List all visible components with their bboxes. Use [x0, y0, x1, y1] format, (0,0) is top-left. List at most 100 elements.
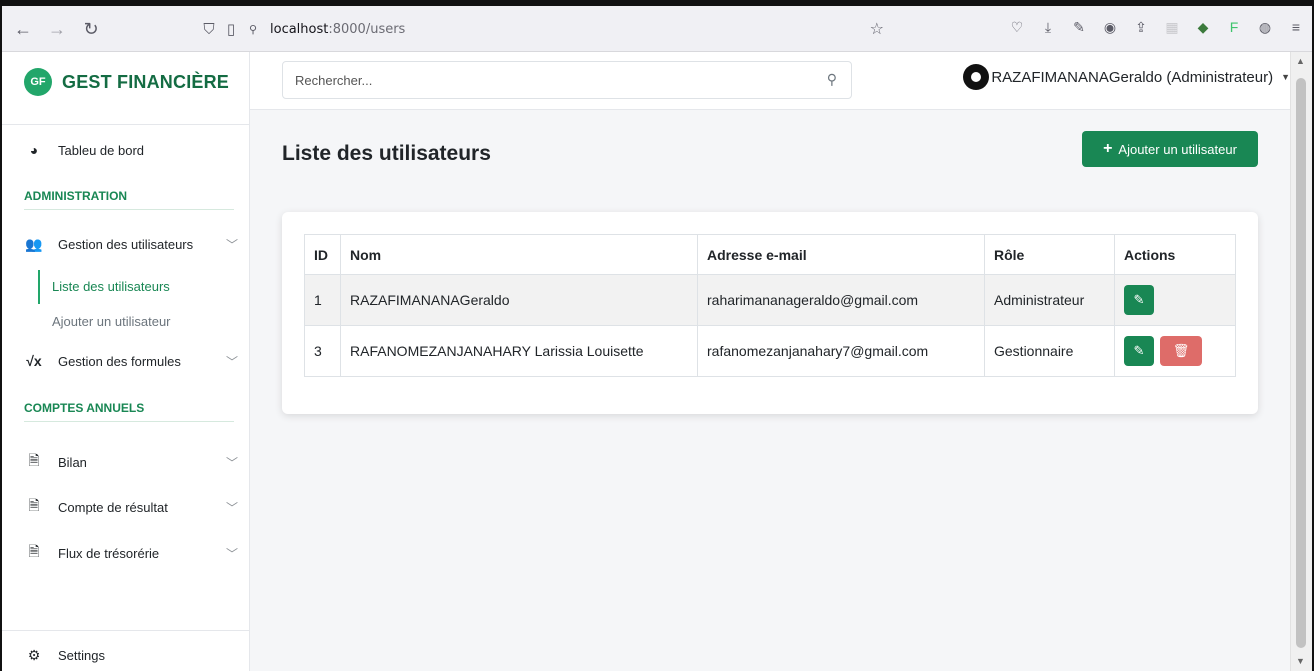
cell-id: 3 — [304, 325, 341, 377]
delete-button[interactable]: 🗑 — [1160, 336, 1202, 366]
users-icon: 👥 — [25, 236, 43, 252]
address-bar[interactable]: ⛉ ▯ ⚲ localhost:8000/users ☆ — [198, 14, 884, 44]
sidebar-item-users-list[interactable]: Liste des utilisateurs — [52, 270, 170, 304]
cell-email: raharimananageraldo@gmail.com — [697, 274, 985, 326]
column-header-name: Nom — [340, 234, 698, 275]
user-avatar-icon — [963, 64, 990, 90]
search-icon[interactable]: ⚲ — [827, 71, 837, 88]
extension-leaf-icon[interactable]: ◆ — [1195, 18, 1211, 36]
add-user-button-label: Ajouter un utilisateur — [1118, 141, 1237, 157]
search-box: ⚲ — [282, 61, 852, 99]
dashboard-gauge-icon: ◕ — [29, 142, 39, 158]
brand[interactable]: GF GEST FINANCIÈRE — [24, 68, 229, 96]
invoice-dollar-icon: 🗎 — [28, 543, 40, 559]
brand-name: GEST FINANCIÈRE — [62, 71, 230, 92]
users-card: ID Nom Adresse e-mail Rôle Actions 1 RAZ… — [282, 212, 1258, 414]
sidebar-item-dashboard[interactable]: ◕ Tableu de bord — [24, 142, 144, 158]
table-row: 1 RAZAFIMANANAGeraldo raharimananagerald… — [304, 274, 1236, 326]
cell-actions: ✎ — [1114, 274, 1236, 326]
scroll-up-icon[interactable]: ▲ — [1296, 56, 1305, 66]
download-icon[interactable]: ⤓ — [1040, 18, 1056, 36]
sidebar-item-bilan[interactable]: 🗎 Bilan ﹀ — [24, 450, 238, 474]
chevron-down-icon: ﹀ — [225, 238, 238, 252]
share-icon[interactable]: ⇪ — [1133, 18, 1149, 36]
shield-icon: ⛉ — [203, 20, 215, 38]
column-header-email: Adresse e-mail — [697, 234, 985, 275]
pocket-icon[interactable]: ♡ — [1009, 18, 1025, 36]
sidebar-item-label: Settings — [58, 648, 105, 663]
trash-icon: 🗑 — [1172, 343, 1190, 358]
sidebar-item-settings[interactable]: ⚙ Settings — [24, 647, 105, 664]
chevron-down-icon: ﹀ — [225, 546, 238, 561]
topbar: ⚲ RAZAFIMANANAGeraldo (Administrateur) ▼ — [250, 52, 1290, 110]
cell-name: RAZAFIMANANAGeraldo — [340, 274, 698, 326]
edit-icon: ✎ — [1133, 343, 1145, 358]
table-header-row: ID Nom Adresse e-mail Rôle Actions — [304, 234, 1236, 275]
sidebar-item-label: Compte de résultat — [58, 499, 168, 515]
column-header-id: ID — [304, 234, 341, 275]
edit-button[interactable]: ✎ — [1124, 336, 1154, 366]
page-icon: ▯ — [226, 21, 236, 38]
back-icon[interactable]: ← — [8, 14, 38, 44]
sidebar-item-label: Bilan — [58, 454, 87, 470]
privacy-icon[interactable]: ◍ — [1257, 18, 1273, 36]
cell-name: RAFANOMEZANJANAHARY Larissia Louisette — [340, 325, 698, 377]
sidebar-item-income-statement[interactable]: 🗎 Compte de résultat ﹀ — [24, 495, 238, 519]
sidebar-divider — [2, 124, 250, 125]
sidebar-item-formulas[interactable]: √x Gestion des formules ﹀ — [24, 353, 238, 369]
sidebar-item-label: Gestion des utilisateurs — [58, 237, 194, 252]
sidebar-item-label: Flux de trésorérie — [58, 545, 160, 561]
cell-role: Gestionnaire — [984, 325, 1115, 377]
caret-down-icon: ▼ — [1281, 72, 1290, 82]
sidebar-item-user-management[interactable]: 👥 Gestion des utilisateurs ﹀ — [24, 236, 238, 253]
cell-actions: ✎ 🗑 — [1114, 325, 1236, 377]
cell-id: 1 — [304, 274, 341, 326]
sidebar-divider — [2, 630, 250, 631]
chevron-down-icon: ﹀ — [225, 455, 238, 470]
cell-role: Administrateur — [984, 274, 1115, 326]
brand-logo: GF — [24, 68, 52, 96]
cell-email: rafanomezanjanahary7@gmail.com — [697, 325, 985, 377]
sidebar-item-add-user[interactable]: Ajouter un utilisateur — [52, 305, 171, 339]
add-user-button[interactable]: + Ajouter un utilisateur — [1082, 131, 1258, 167]
users-table: ID Nom Adresse e-mail Rôle Actions 1 RAZ… — [304, 234, 1236, 377]
scroll-down-icon[interactable]: ▼ — [1296, 656, 1305, 666]
chevron-down-icon: ﹀ — [225, 500, 238, 515]
edit-icon: ✎ — [1133, 292, 1145, 307]
toolbar-icons: ♡ ⤓ ✎ ◉ ⇪ ▦ ◆ F ◍ ≡ — [1009, 18, 1304, 36]
user-menu[interactable]: RAZAFIMANANAGeraldo (Administrateur) ▼ — [963, 64, 1290, 90]
account-icon[interactable]: ◉ — [1102, 18, 1118, 36]
browser-toolbar: ← → ↻ ⛉ ▯ ⚲ localhost:8000/users ☆ ♡ ⤓ ✎… — [2, 6, 1312, 52]
plus-icon: + — [1103, 140, 1113, 157]
chevron-down-icon: ﹀ — [225, 354, 238, 369]
search-input[interactable] — [295, 72, 805, 88]
invoice-dollar-icon: 🗎 — [28, 497, 40, 513]
extension-grid-icon[interactable]: ▦ — [1164, 18, 1180, 36]
scroll-thumb[interactable] — [1296, 78, 1306, 648]
invoice-dollar-icon: 🗎 — [28, 452, 40, 468]
user-name: RAZAFIMANANAGeraldo (Administrateur) — [991, 68, 1274, 86]
section-administration: ADMINISTRATION — [24, 189, 234, 210]
reload-icon[interactable]: ↻ — [76, 14, 106, 44]
sidebar-item-label: Gestion des formules — [58, 353, 181, 369]
sidebar: GF GEST FINANCIÈRE ◕ Tableu de bord ADMI… — [2, 52, 250, 671]
url-text[interactable]: localhost:8000/users — [270, 22, 405, 37]
bookmark-star-icon[interactable]: ☆ — [870, 19, 884, 39]
wrench-icon[interactable]: ✎ — [1071, 18, 1087, 36]
column-header-actions: Actions — [1114, 234, 1236, 275]
forward-icon[interactable]: → — [42, 14, 72, 44]
sidebar-item-cash-flow[interactable]: 🗎 Flux de trésorérie ﹀ — [24, 541, 238, 565]
page-scrollbar[interactable]: ▲ ▼ — [1290, 52, 1312, 671]
page-title: Liste des utilisateurs — [282, 142, 491, 165]
edit-button[interactable]: ✎ — [1124, 285, 1154, 315]
main-content: Liste des utilisateurs + Ajouter un util… — [250, 110, 1290, 671]
square-root-icon: √x — [26, 353, 42, 369]
gear-icon: ⚙ — [27, 647, 41, 663]
users-submenu: Liste des utilisateurs — [38, 270, 170, 304]
section-annual-accounts: COMPTES ANNUELS — [24, 401, 234, 422]
sidebar-item-label: Tableu de bord — [58, 142, 145, 158]
menu-icon[interactable]: ≡ — [1288, 18, 1304, 36]
table-row: 3 RAFANOMEZANJANAHARY Larissia Louisette… — [304, 325, 1236, 377]
extension-f-icon[interactable]: F — [1226, 18, 1242, 36]
connection-icon: ⚲ — [248, 23, 258, 36]
